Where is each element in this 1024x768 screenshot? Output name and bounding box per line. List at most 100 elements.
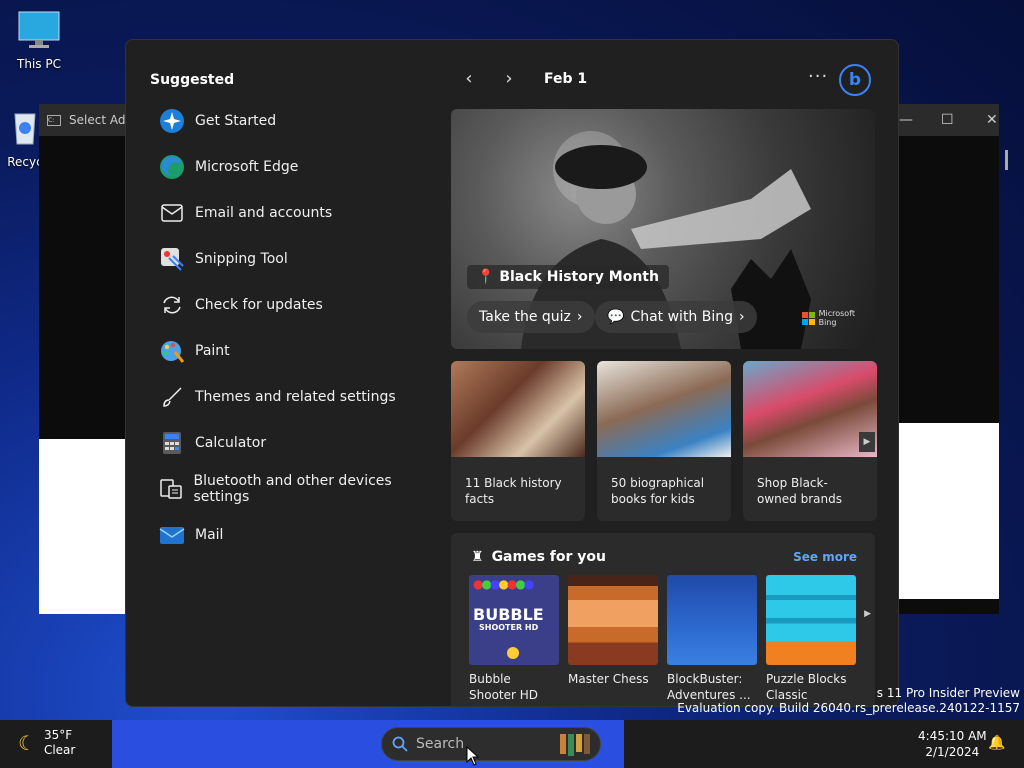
suggested-item-label: Paint	[195, 343, 230, 359]
mouse-cursor-icon	[466, 746, 480, 766]
news-cards: 11 Black history facts 50 biographical b…	[451, 361, 877, 521]
taskbar-clock[interactable]: 4:45:10 AM 2/1/2024	[918, 728, 987, 760]
weather-condition: Clear	[43, 743, 76, 757]
games-next-icon[interactable]: ▶	[864, 609, 871, 619]
build-watermark: s 11 Pro Insider Preview Evaluation copy…	[677, 686, 1020, 715]
edge-icon	[158, 153, 186, 181]
game-thumbnail: ●●●●●●● BUBBLE SHOOTER HD	[469, 575, 559, 665]
clock-date: 2/1/2024	[925, 745, 980, 759]
suggested-item-calculator[interactable]: Calculator	[158, 420, 438, 466]
close-icon[interactable]: ✕	[986, 112, 998, 128]
suggested-item-paint[interactable]: Paint	[158, 328, 438, 374]
game-name: Master Chess	[568, 672, 649, 686]
hero-title: 📍 Black History Month	[467, 265, 669, 289]
news-card[interactable]: Shop Black-owned brands	[743, 361, 877, 521]
game-logo-text: BUBBLE	[473, 605, 544, 624]
search-icon	[392, 736, 408, 752]
cards-next-icon[interactable]: ▶	[859, 432, 875, 452]
suggested-item-label: Email and accounts	[195, 205, 333, 221]
suggested-item-microsoft-edge[interactable]: Microsoft Edge	[158, 144, 438, 190]
suggested-item-label: Microsoft Edge	[195, 159, 299, 175]
desktop-icon-this-pc[interactable]: This PC	[4, 10, 74, 71]
chevron-right-icon: ›	[576, 309, 583, 325]
suggested-item-label: Calculator	[195, 435, 267, 451]
suggested-item-themes[interactable]: Themes and related settings	[158, 374, 438, 420]
suggested-item-check-updates[interactable]: Check for updates	[158, 282, 438, 328]
suggested-item-bluetooth[interactable]: Bluetooth and other devices settings	[158, 466, 438, 512]
suggested-item-label: Mail	[195, 527, 224, 543]
suggested-item-get-started[interactable]: Get Started	[158, 98, 438, 144]
weather-temp: 35°F	[43, 728, 73, 742]
snipping-tool-icon	[158, 245, 186, 273]
game-thumbnail	[568, 575, 658, 665]
moon-icon: ☾	[18, 730, 36, 755]
console-white-area	[39, 439, 127, 614]
brush-icon	[158, 383, 186, 411]
games-section: ♜ Games for you See more ●●●●●●● BUBBLE …	[451, 533, 875, 706]
chevron-left-icon[interactable]: ‹	[458, 68, 480, 89]
suggested-heading: Suggested	[150, 72, 235, 88]
games-row: ●●●●●●● BUBBLE SHOOTER HD Bubble Shooter…	[469, 575, 856, 703]
see-more-link[interactable]: See more	[793, 550, 857, 564]
more-options-icon[interactable]: ···	[808, 66, 828, 87]
news-card[interactable]: 50 biographical books for kids	[597, 361, 731, 521]
get-started-icon	[158, 107, 186, 135]
suggested-item-label: Themes and related settings	[195, 389, 396, 405]
suggested-item-label: Check for updates	[195, 297, 323, 313]
widgets-panel: Suggested Get Started Microsoft Edge Ema…	[125, 39, 899, 707]
bing-icon[interactable]: b	[839, 64, 871, 96]
news-card[interactable]: 11 Black history facts	[451, 361, 585, 521]
notification-bell-icon[interactable]: 🔔	[988, 735, 1005, 751]
card-title: 11 Black history facts	[465, 476, 562, 506]
chevron-right-icon: ›	[739, 309, 745, 325]
game-logo-text: SHOOTER HD	[479, 623, 539, 632]
game-thumbnail	[766, 575, 856, 665]
mail-outline-icon	[158, 199, 186, 227]
game-tile[interactable]: Puzzle Blocks Classic	[766, 575, 856, 703]
microsoft-logo-icon	[801, 311, 815, 325]
devices-icon	[158, 475, 184, 503]
weather-widget[interactable]: ☾ 35°F Clear	[18, 728, 75, 758]
card-image	[451, 361, 585, 457]
clock-time: 4:45:10 AM	[918, 729, 987, 743]
search-highlight-icon	[560, 734, 590, 756]
location-pin-icon: 📍	[477, 269, 495, 285]
mail-icon	[158, 521, 186, 549]
chat-with-bing-button[interactable]: 💬 Chat with Bing ›	[595, 301, 757, 333]
date-nav: ‹ › Feb 1	[458, 68, 587, 89]
bubble-row: ●●●●●●●	[473, 577, 535, 591]
take-quiz-button[interactable]: Take the quiz ›	[467, 301, 595, 333]
suggested-list: Get Started Microsoft Edge Email and acc…	[158, 98, 438, 558]
suggested-item-snipping-tool[interactable]: Snipping Tool	[158, 236, 438, 282]
game-name: Bubble Shooter HD	[469, 672, 539, 702]
monitor-icon	[18, 11, 60, 48]
game-tile[interactable]: ●●●●●●● BUBBLE SHOOTER HD Bubble Shooter…	[469, 575, 559, 703]
maximize-icon[interactable]: ☐	[941, 112, 954, 128]
game-thumbnail	[667, 575, 757, 665]
ball-icon	[507, 647, 519, 659]
paint-icon	[158, 337, 186, 365]
suggested-item-label: Bluetooth and other devices settings	[193, 473, 392, 505]
calculator-icon	[158, 429, 186, 457]
microsoft-bing-logo: Microsoft Bing	[801, 309, 855, 327]
scrollbar-thumb[interactable]	[1005, 150, 1008, 170]
game-tile[interactable]: BlockBuster: Adventures ...	[667, 575, 757, 703]
hero-card[interactable]: 📍 Black History Month Take the quiz › 💬 …	[451, 109, 875, 349]
refresh-icon	[158, 291, 186, 319]
desktop-icon-label: This PC	[17, 57, 61, 71]
suggested-item-email-accounts[interactable]: Email and accounts	[158, 190, 438, 236]
console-icon: C:	[47, 114, 61, 126]
date-label: Feb 1	[544, 70, 588, 87]
card-title: 50 biographical books for kids	[611, 476, 705, 506]
card-image	[743, 361, 877, 457]
suggested-item-mail[interactable]: Mail	[158, 512, 438, 558]
game-tile[interactable]: Master Chess	[568, 575, 658, 703]
chevron-right-icon[interactable]: ›	[498, 68, 520, 89]
suggested-item-label: Snipping Tool	[195, 251, 288, 267]
taskbar-search[interactable]	[381, 727, 601, 761]
minimize-icon[interactable]: —	[899, 112, 913, 128]
chess-piece-icon: ♜	[471, 549, 484, 565]
suggested-item-label: Get Started	[195, 113, 277, 129]
card-image	[597, 361, 731, 457]
games-heading: ♜ Games for you	[471, 549, 606, 565]
